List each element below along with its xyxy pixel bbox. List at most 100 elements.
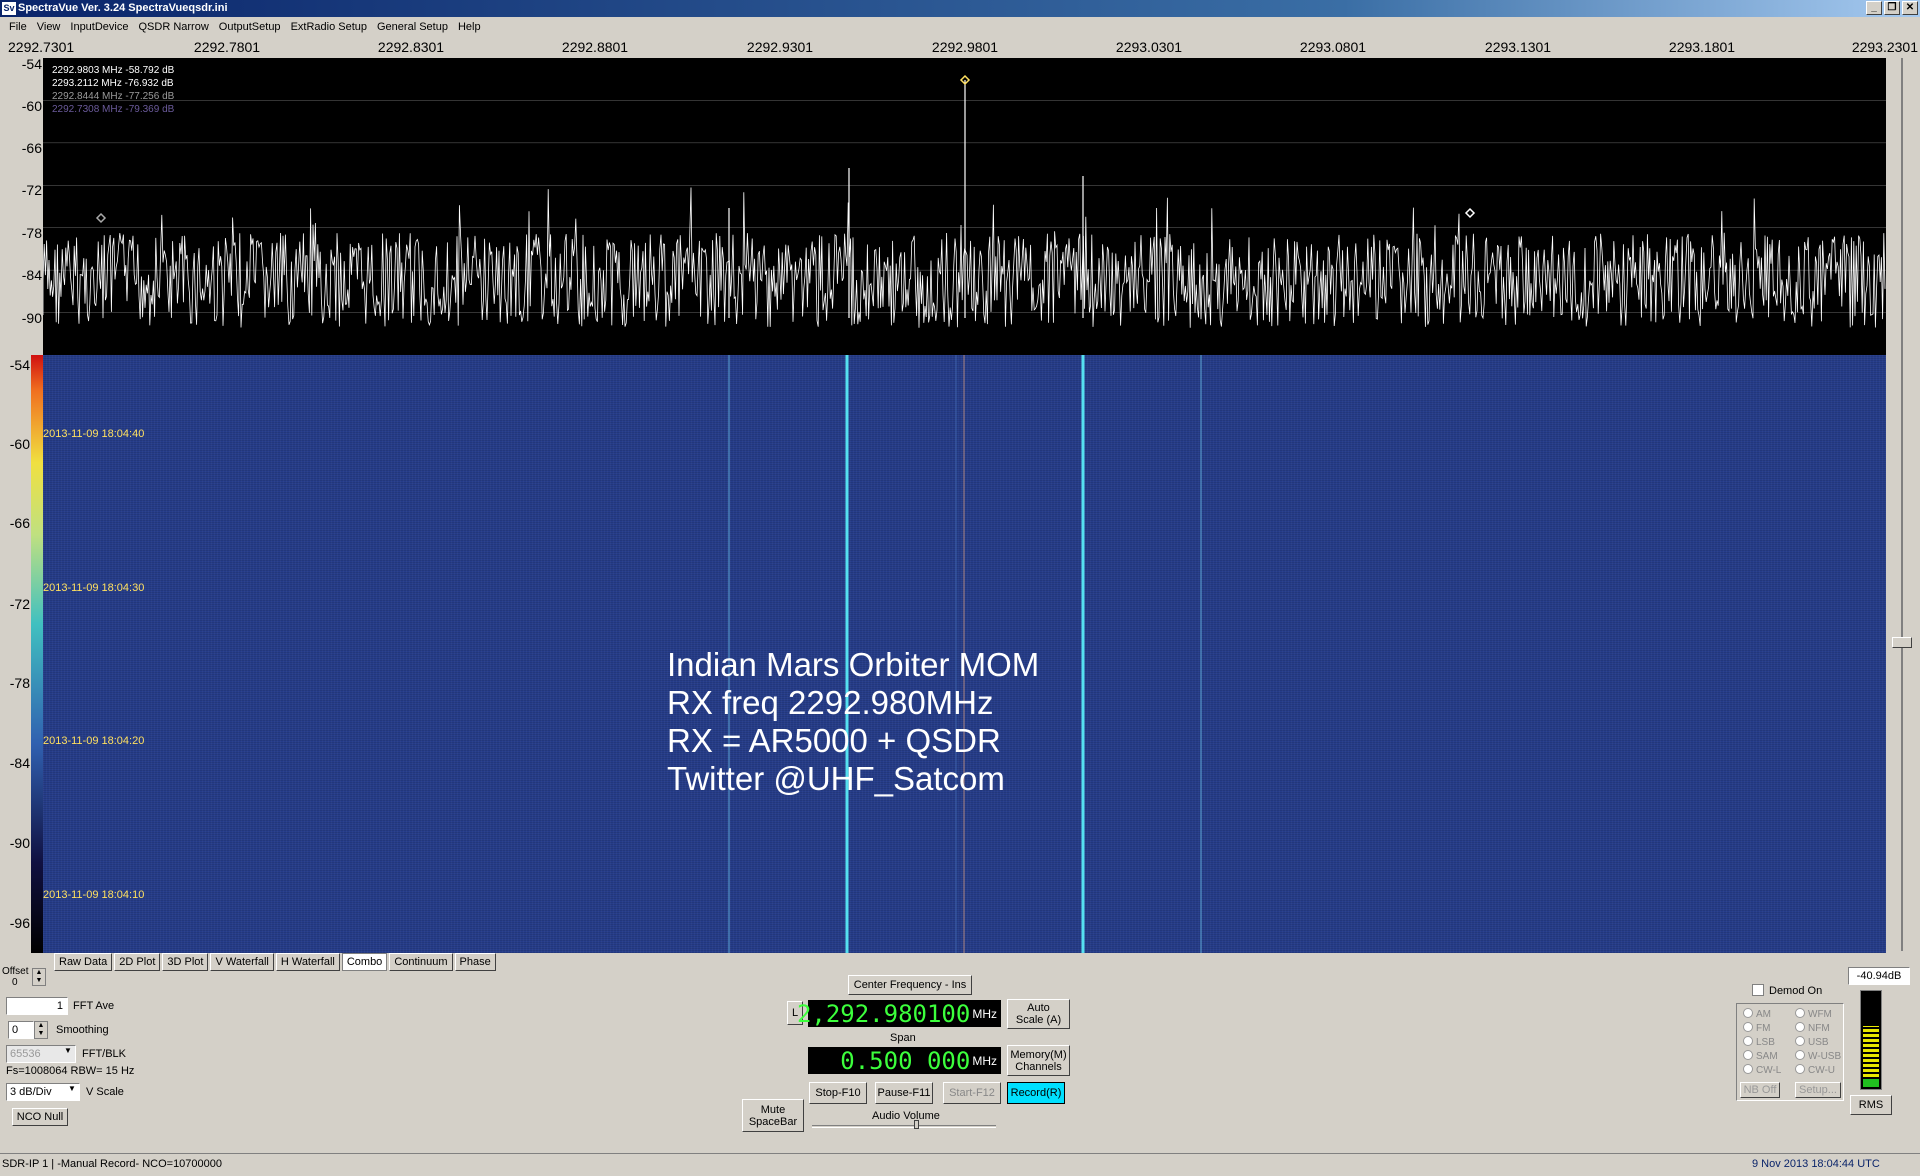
rms-button[interactable]: RMS	[1850, 1095, 1892, 1115]
offset-spinner[interactable]: ▲ ▼	[32, 968, 46, 986]
center-frequency-unit: MHz	[972, 1006, 997, 1021]
smoothing-spinner[interactable]: ▲ ▼	[34, 1021, 48, 1039]
menu-extradio-setup[interactable]: ExtRadio Setup	[286, 18, 372, 36]
fft-ave-label: FFT Ave	[73, 1000, 115, 1012]
setup-button[interactable]: Setup...	[1795, 1082, 1841, 1098]
mode-wfm-radio[interactable]: WFM	[1795, 1008, 1832, 1020]
mode-am-radio[interactable]: AM	[1743, 1008, 1771, 1020]
menu-qsdr-narrow[interactable]: QSDR Narrow	[133, 18, 213, 36]
menu-help[interactable]: Help	[453, 18, 486, 36]
status-bar: SDR-IP 1 | -Manual Record- NCO=10700000 …	[0, 1153, 1920, 1176]
span-display[interactable]: 0.500 000 MHz	[808, 1046, 1001, 1075]
audio-volume-label: Audio Volume	[872, 1110, 940, 1122]
freq-tick: 2292.9801	[931, 39, 999, 55]
tab-raw-data[interactable]: Raw Data	[54, 953, 113, 971]
db-tick: -72	[9, 596, 30, 612]
spectrum-plot[interactable]: 2292.9803 MHz -58.792 dB 2293.2112 MHz -…	[43, 58, 1886, 355]
waterfall-timestamp: 2013-11-09 18:04:10	[43, 889, 145, 901]
level-readout: -40.94dB	[1848, 967, 1910, 985]
freq-tick: 2292.7301	[8, 39, 75, 55]
marker-readout-4: 2292.7308 MHz -79.369 dB	[52, 104, 175, 115]
center-frequency-button[interactable]: Center Frequency - Ins	[848, 975, 972, 995]
fft-ave-input[interactable]: 1	[6, 997, 68, 1015]
mode-cwu-radio[interactable]: CW-U	[1795, 1064, 1835, 1076]
marker-readout-3: 2292.8444 MHz -77.256 dB	[52, 91, 175, 102]
audio-volume-slider[interactable]	[812, 1125, 996, 1128]
waterfall-color-scale	[31, 355, 43, 953]
title-bar: Sv SpectraVue Ver. 3.24 SpectraVueqsdr.i…	[0, 0, 1920, 17]
center-frequency-display[interactable]: 2,292.980100 MHz	[797, 1000, 1001, 1028]
waterfall-timestamp: 2013-11-09 18:04:20	[43, 735, 145, 747]
slider-thumb[interactable]	[1892, 637, 1912, 648]
freq-tick: 2293.0301	[1115, 39, 1183, 55]
mode-nfm-radio[interactable]: NFM	[1795, 1022, 1830, 1034]
db-tick: -54	[21, 56, 42, 72]
menu-general-setup[interactable]: General Setup	[372, 18, 453, 36]
freq-tick: 2292.8801	[561, 39, 629, 55]
offset-value[interactable]: 0	[12, 977, 18, 988]
vertical-slider[interactable]	[1891, 58, 1913, 951]
memory-channels-button[interactable]: Memory(M) Channels	[1007, 1045, 1070, 1076]
minimize-button[interactable]: _	[1866, 1, 1882, 15]
slider-track	[1901, 58, 1903, 951]
record-button[interactable]: Record(R)	[1007, 1082, 1065, 1104]
freq-tick: 2292.7801	[193, 39, 261, 55]
level-meter	[1860, 990, 1882, 1090]
window-title: SpectraVue Ver. 3.24 SpectraVueqsdr.ini	[18, 2, 228, 14]
nb-off-button[interactable]: NB Off	[1740, 1082, 1780, 1098]
pause-button[interactable]: Pause-F11	[875, 1082, 933, 1104]
freq-tick: 2293.1801	[1668, 39, 1736, 55]
span-label: Span	[890, 1032, 916, 1044]
spectrum-trace	[43, 74, 1886, 328]
menu-outputsetup[interactable]: OutputSetup	[214, 18, 286, 36]
db-tick: -66	[21, 140, 42, 156]
tab-2d-plot[interactable]: 2D Plot	[114, 953, 161, 971]
menu-inputdevice[interactable]: InputDevice	[65, 18, 133, 36]
tab-combo[interactable]: Combo	[341, 953, 388, 971]
nco-null-button[interactable]: NCO Null	[12, 1108, 68, 1126]
demod-on-checkbox[interactable]	[1752, 984, 1764, 996]
stop-button[interactable]: Stop-F10	[809, 1082, 867, 1104]
mute-button[interactable]: Mute SpaceBar	[742, 1099, 804, 1132]
app-icon: Sv	[2, 2, 16, 15]
chevron-down-icon: ▼	[68, 1084, 76, 1093]
annotation-text: Indian Mars Orbiter MOM RX freq 2292.980…	[667, 646, 1039, 798]
freq-tick: 2292.9301	[746, 39, 814, 55]
marker-legend: 2292.9803 MHz -58.792 dB 2293.2112 MHz -…	[52, 64, 174, 116]
auto-scale-button[interactable]: Auto Scale (A)	[1007, 999, 1070, 1029]
audio-volume-thumb[interactable]	[914, 1120, 919, 1129]
mode-cwl-radio[interactable]: CW-L	[1743, 1064, 1781, 1076]
chevron-down-icon: ▼	[64, 1046, 72, 1055]
db-tick: -78	[9, 675, 30, 691]
mode-lsb-radio[interactable]: LSB	[1743, 1036, 1775, 1048]
freq-tick: 2293.1301	[1484, 39, 1552, 55]
annotation-line: RX freq 2292.980MHz	[667, 684, 994, 721]
smoothing-input[interactable]: 0	[8, 1021, 34, 1039]
tab-phase[interactable]: Phase	[454, 953, 496, 971]
mode-usb-radio[interactable]: USB	[1795, 1036, 1829, 1048]
center-frequency-value: 2,292.980100	[796, 999, 971, 1028]
restore-button[interactable]: ❐	[1884, 1, 1900, 15]
span-value: 0.500 000	[840, 1046, 971, 1075]
status-datetime: 9 Nov 2013 18:04:44 UTC	[1752, 1158, 1880, 1170]
demod-mode-group: AM FM LSB SAM CW-L WFM NFM USB W-USB CW-…	[1736, 1003, 1844, 1101]
freq-tick: 2292.8301	[377, 39, 445, 55]
menu-file[interactable]: File	[4, 18, 32, 36]
mode-fm-radio[interactable]: FM	[1743, 1022, 1770, 1034]
tab-h-waterfall[interactable]: H Waterfall	[275, 953, 340, 971]
status-left: SDR-IP 1 | -Manual Record- NCO=10700000	[2, 1158, 223, 1170]
tab-v-waterfall[interactable]: V Waterfall	[210, 953, 274, 971]
tab-3d-plot[interactable]: 3D Plot	[162, 953, 209, 971]
db-tick: -90	[21, 310, 42, 326]
close-button[interactable]: ✕	[1902, 1, 1918, 15]
tab-continuum[interactable]: Continuum	[389, 953, 453, 971]
fft-blk-label: FFT/BLK	[82, 1048, 127, 1060]
start-button[interactable]: Start-F12	[943, 1082, 1001, 1104]
sample-rate-info: Fs=1008064 RBW= 15 Hz	[6, 1065, 135, 1077]
mode-sam-radio[interactable]: SAM	[1743, 1050, 1778, 1062]
view-tabs: Raw Data 2D Plot 3D Plot V Waterfall H W…	[54, 953, 496, 971]
spectrum-db-axis: -54 -60 -66 -72 -78 -84 -90	[0, 56, 42, 355]
menu-view[interactable]: View	[32, 18, 66, 36]
mode-wusb-radio[interactable]: W-USB	[1795, 1050, 1841, 1062]
marker-readout-2: 2293.2112 MHz -76.932 dB	[52, 78, 174, 89]
